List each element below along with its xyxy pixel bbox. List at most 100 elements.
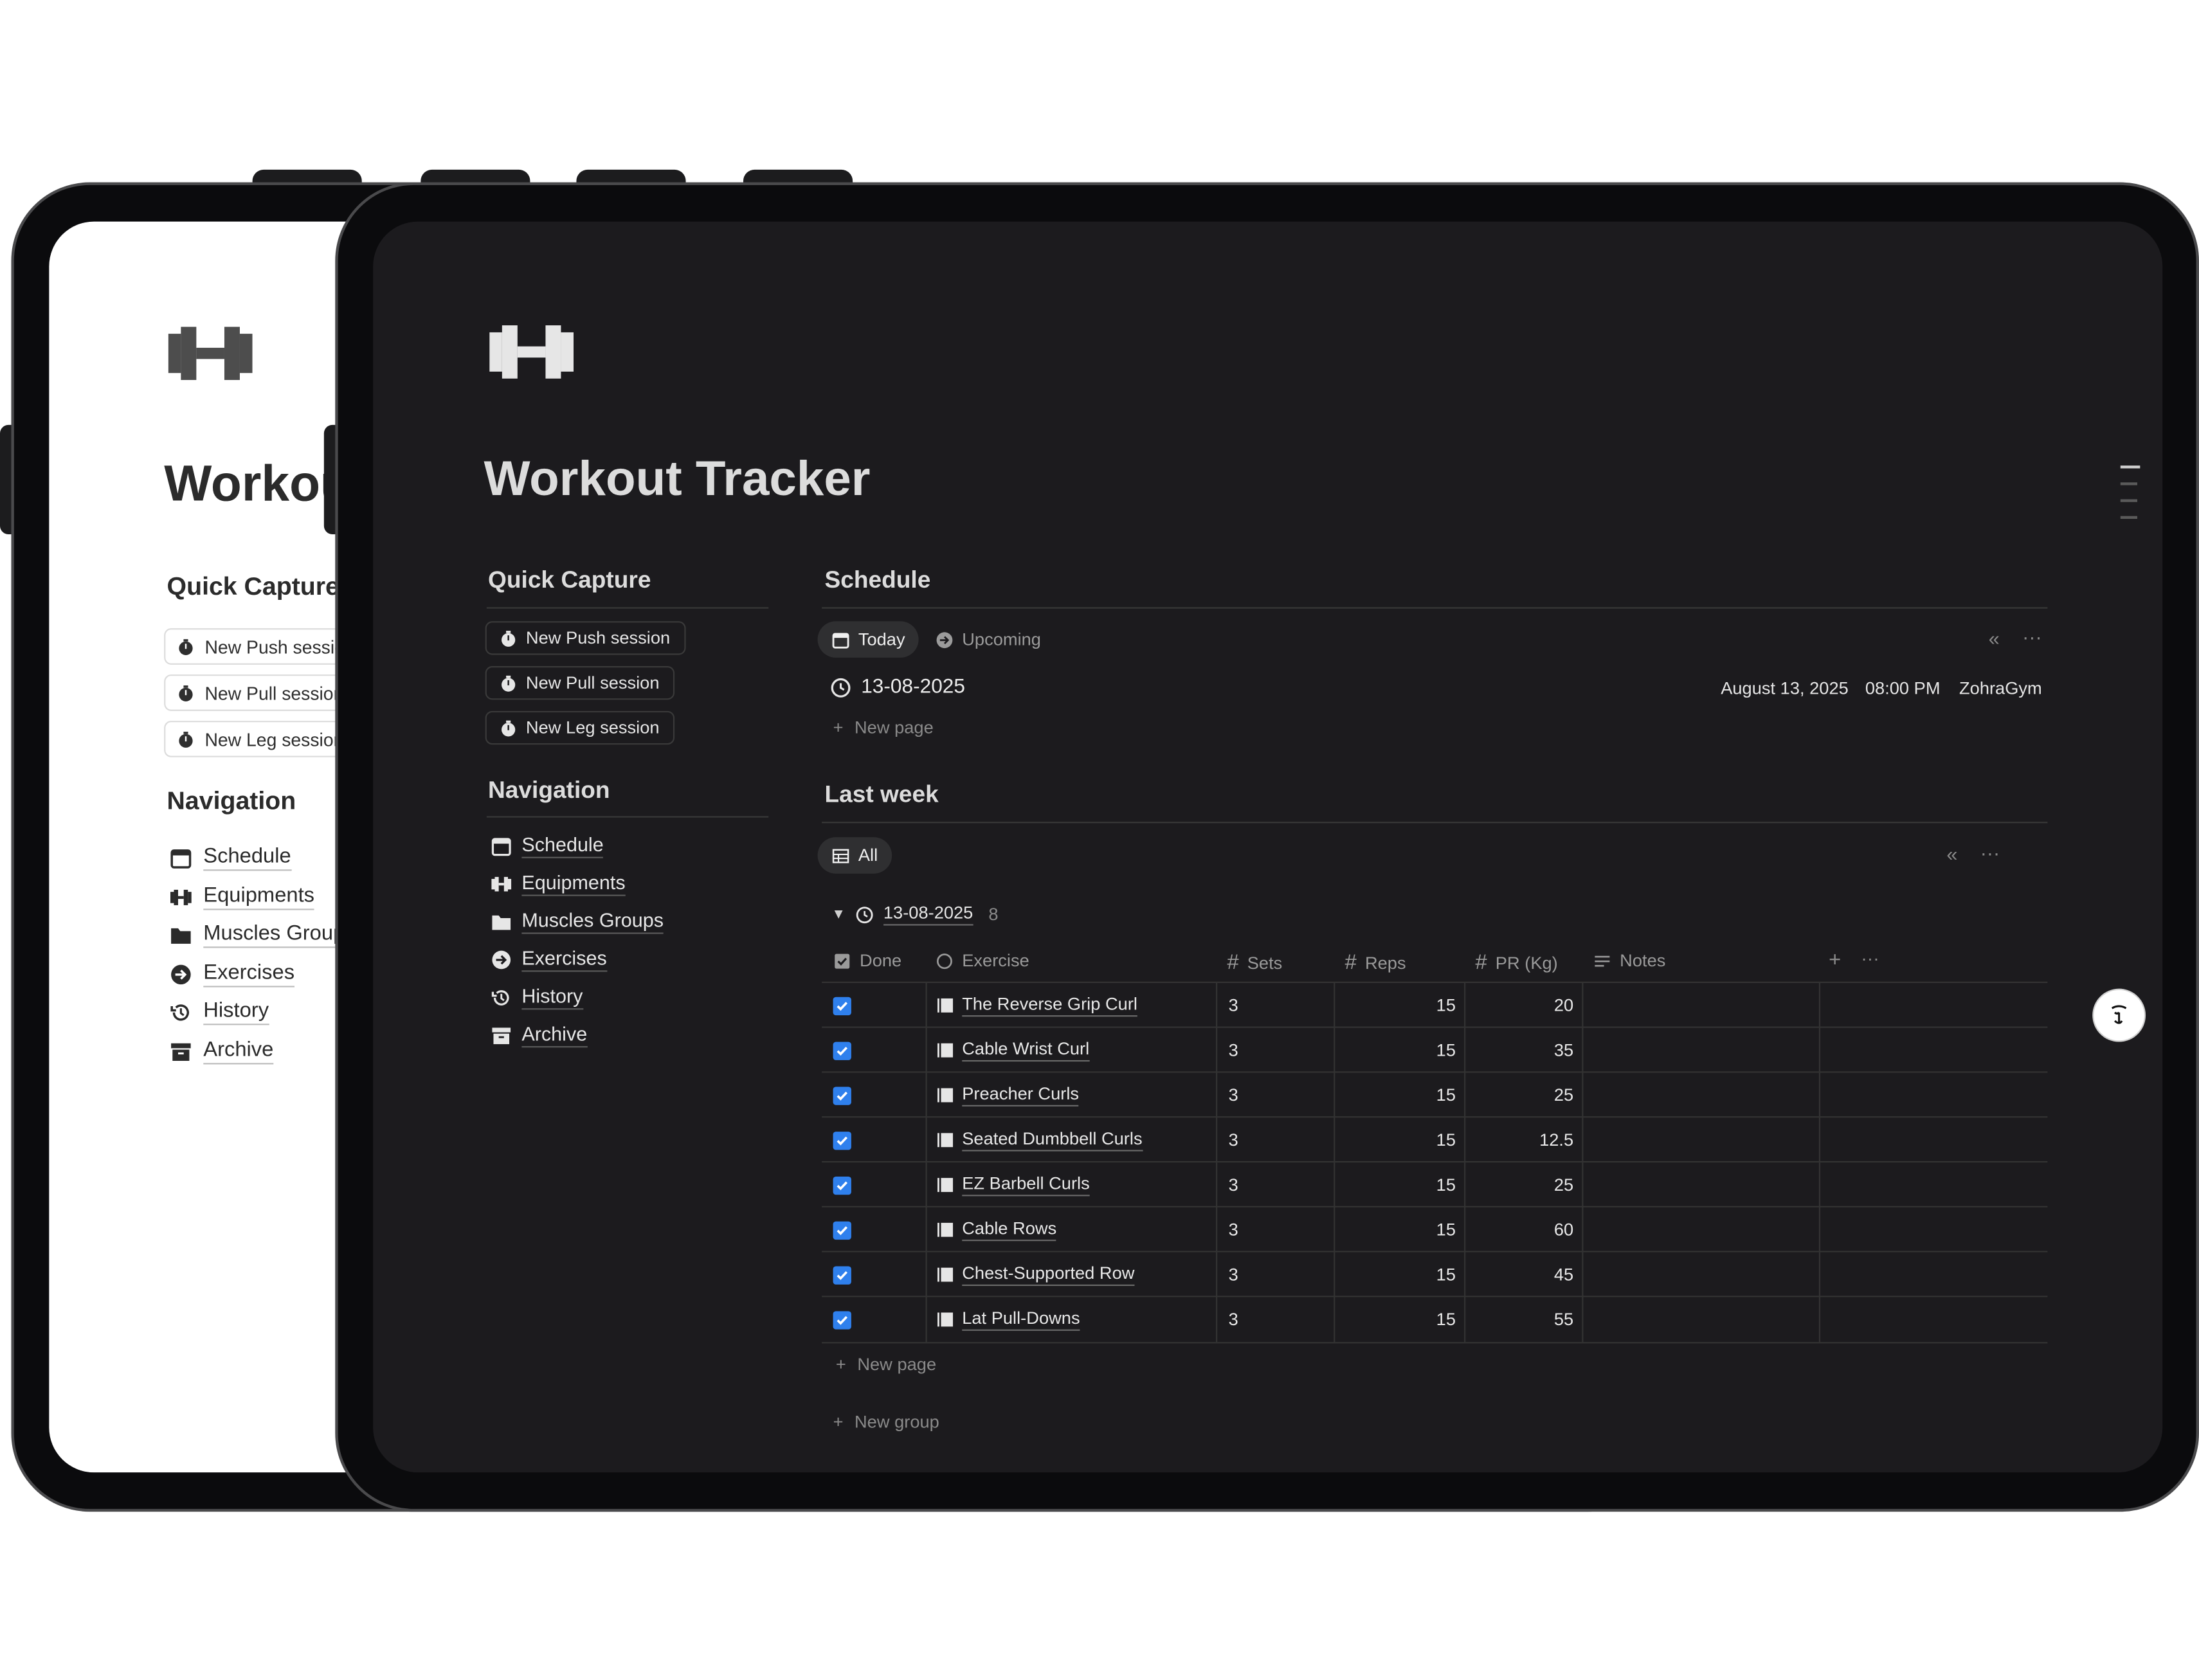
notes-cell[interactable] xyxy=(1583,1297,1818,1342)
exercise-cell[interactable]: Chest-Supported Row xyxy=(937,1252,1135,1297)
nav-item-schedule[interactable]: Schedule xyxy=(170,844,291,871)
exercise-cell[interactable]: Cable Rows xyxy=(937,1207,1057,1252)
nav-item-exercises[interactable]: Exercises xyxy=(491,946,607,972)
reps-cell[interactable]: 15 xyxy=(1335,1028,1456,1073)
nav-item-archive[interactable]: Archive xyxy=(170,1038,274,1065)
schedule-new-page-button[interactable]: + New page xyxy=(833,718,934,738)
exercise-cell[interactable]: EZ Barbell Curls xyxy=(937,1162,1090,1207)
done-cell[interactable] xyxy=(833,983,851,1028)
exercise-cell[interactable]: Lat Pull-Downs xyxy=(937,1297,1080,1342)
notes-cell[interactable] xyxy=(1583,983,1818,1028)
notes-cell[interactable] xyxy=(1583,1073,1818,1118)
pr-cell[interactable]: 35 xyxy=(1465,1028,1573,1073)
reps-cell[interactable]: 15 xyxy=(1335,1252,1456,1297)
caret-down-icon[interactable]: ▼ xyxy=(831,907,846,922)
table-row[interactable]: The Reverse Grip Curl 3 15 20 xyxy=(822,981,2048,1028)
done-cell[interactable] xyxy=(833,1252,851,1297)
sets-cell[interactable]: 3 xyxy=(1229,1117,1238,1162)
reps-cell[interactable]: 15 xyxy=(1335,1297,1456,1342)
pr-cell[interactable]: 55 xyxy=(1465,1297,1573,1342)
toc-indicator-active[interactable] xyxy=(2120,465,2140,468)
new-push-session-button[interactable]: New Push session xyxy=(485,621,686,655)
table-new-page-button[interactable]: + New page xyxy=(836,1355,936,1375)
pr-cell[interactable]: 25 xyxy=(1465,1073,1573,1118)
table-row[interactable]: Lat Pull-Downs 3 15 55 xyxy=(822,1296,2048,1342)
checkbox-checked-icon[interactable] xyxy=(833,1265,851,1284)
nav-item-exercises[interactable]: Exercises xyxy=(170,961,295,988)
help-button[interactable] xyxy=(2094,989,2144,1041)
checkbox-checked-icon[interactable] xyxy=(833,1086,851,1105)
new-group-button[interactable]: + New group xyxy=(833,1412,939,1432)
notes-cell[interactable] xyxy=(1583,1117,1818,1162)
toc-indicator[interactable] xyxy=(2120,482,2137,485)
nav-item-equipments[interactable]: Equipments xyxy=(170,883,315,910)
group-header[interactable]: ▼ 13-08-2025 8 xyxy=(831,903,999,926)
toc-indicator[interactable] xyxy=(2120,499,2137,501)
reps-cell[interactable]: 15 xyxy=(1335,1073,1456,1118)
checkbox-checked-icon[interactable] xyxy=(833,1220,851,1240)
checkbox-checked-icon[interactable] xyxy=(833,1310,851,1329)
done-cell[interactable] xyxy=(833,1207,851,1252)
column-header-exercise[interactable]: Exercise xyxy=(936,951,1029,970)
notes-cell[interactable] xyxy=(1583,1207,1818,1252)
collapse-icon[interactable]: « xyxy=(1946,843,1957,865)
sets-cell[interactable]: 3 xyxy=(1229,983,1238,1028)
nav-item-muscles-groups[interactable]: Muscles Groups xyxy=(170,921,356,948)
table-row[interactable]: Chest-Supported Row 3 15 45 xyxy=(822,1251,2048,1297)
toc-indicator[interactable] xyxy=(2120,516,2137,518)
new-leg-session-button[interactable]: New Leg session xyxy=(164,721,359,757)
nav-item-history[interactable]: History xyxy=(491,984,583,1010)
nav-item-muscles-groups[interactable]: Muscles Groups xyxy=(491,908,664,934)
column-header-pr[interactable]: # PR (Kg) xyxy=(1476,951,1558,975)
exercise-cell[interactable]: Seated Dumbbell Curls xyxy=(937,1117,1143,1162)
column-header-sets[interactable]: # Sets xyxy=(1227,951,1282,975)
pr-cell[interactable]: 60 xyxy=(1465,1207,1573,1252)
column-header-done[interactable]: Done xyxy=(833,951,901,970)
done-cell[interactable] xyxy=(833,1117,851,1162)
notes-cell[interactable] xyxy=(1583,1028,1818,1073)
tab-today[interactable]: Today xyxy=(817,621,919,658)
sets-cell[interactable]: 3 xyxy=(1229,1207,1238,1252)
pr-cell[interactable]: 20 xyxy=(1465,983,1573,1028)
reps-cell[interactable]: 15 xyxy=(1335,1207,1456,1252)
sets-cell[interactable]: 3 xyxy=(1229,1028,1238,1073)
reps-cell[interactable]: 15 xyxy=(1335,1117,1456,1162)
sets-cell[interactable]: 3 xyxy=(1229,1073,1238,1118)
done-cell[interactable] xyxy=(833,1162,851,1207)
checkbox-checked-icon[interactable] xyxy=(833,996,851,1015)
tab-all[interactable]: All xyxy=(817,837,892,874)
exercise-cell[interactable]: Cable Wrist Curl xyxy=(937,1028,1090,1073)
nav-item-equipments[interactable]: Equipments xyxy=(491,871,626,896)
done-cell[interactable] xyxy=(833,1028,851,1073)
checkbox-checked-icon[interactable] xyxy=(833,1041,851,1060)
add-property-icon[interactable]: + xyxy=(1829,948,1841,971)
column-header-notes[interactable]: Notes xyxy=(1593,951,1665,970)
reps-cell[interactable]: 15 xyxy=(1335,1162,1456,1207)
new-leg-session-button[interactable]: New Leg session xyxy=(485,710,675,745)
pr-cell[interactable]: 25 xyxy=(1465,1162,1573,1207)
table-row[interactable]: Cable Rows 3 15 60 xyxy=(822,1206,2048,1252)
checkbox-checked-icon[interactable] xyxy=(833,1175,851,1195)
reps-cell[interactable]: 15 xyxy=(1335,983,1456,1028)
done-cell[interactable] xyxy=(833,1297,851,1342)
nav-item-archive[interactable]: Archive xyxy=(491,1022,588,1048)
more-options-icon[interactable]: ··· xyxy=(1980,842,2000,864)
exercise-cell[interactable]: The Reverse Grip Curl xyxy=(937,983,1137,1028)
checkbox-checked-icon[interactable] xyxy=(833,1131,851,1150)
exercise-cell[interactable]: Preacher Curls xyxy=(937,1073,1080,1118)
notes-cell[interactable] xyxy=(1583,1162,1818,1207)
pr-cell[interactable]: 12.5 xyxy=(1465,1117,1573,1162)
pr-cell[interactable]: 45 xyxy=(1465,1252,1573,1297)
table-row[interactable]: Seated Dumbbell Curls 3 15 12.5 xyxy=(822,1116,2048,1163)
column-header-reps[interactable]: # Reps xyxy=(1345,951,1406,975)
sets-cell[interactable]: 3 xyxy=(1229,1162,1238,1207)
notes-cell[interactable] xyxy=(1583,1252,1818,1297)
nav-item-schedule[interactable]: Schedule xyxy=(491,833,604,858)
collapse-icon[interactable]: « xyxy=(1989,627,2000,649)
table-row[interactable]: Cable Wrist Curl 3 15 35 xyxy=(822,1026,2048,1073)
nav-item-history[interactable]: History xyxy=(170,998,269,1025)
sets-cell[interactable]: 3 xyxy=(1229,1297,1238,1342)
more-options-icon[interactable]: ··· xyxy=(2022,626,2042,648)
schedule-entry[interactable]: 13-08-2025 xyxy=(830,676,965,698)
done-cell[interactable] xyxy=(833,1073,851,1118)
